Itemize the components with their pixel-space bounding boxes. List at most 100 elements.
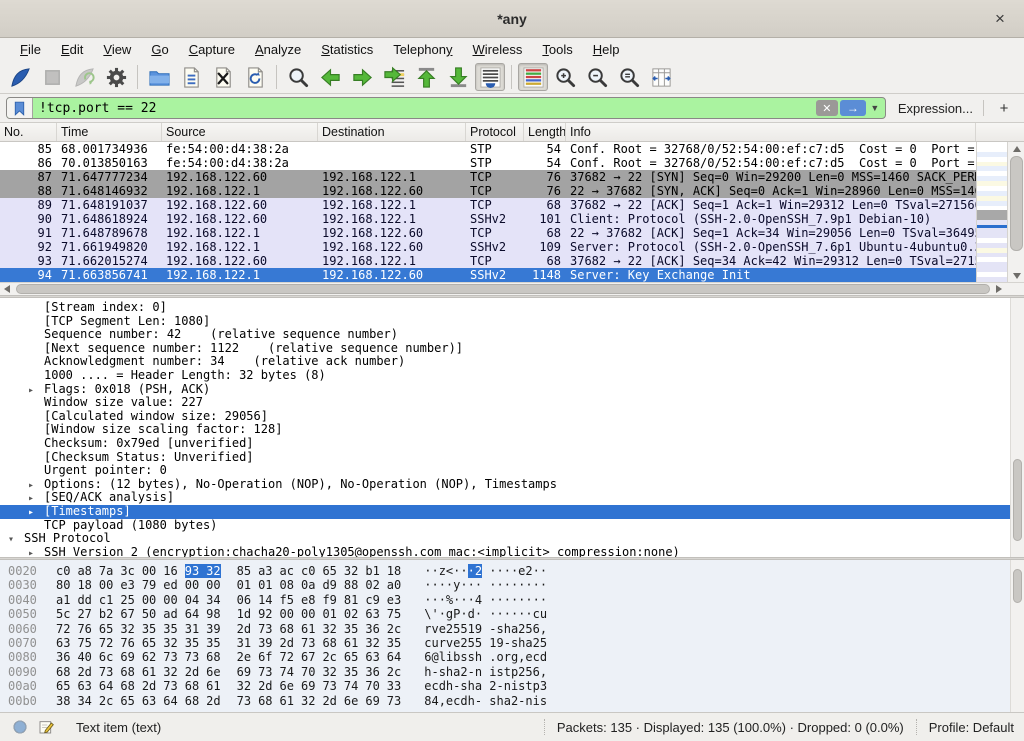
hex-byte[interactable]: 32 xyxy=(206,564,220,578)
hex-byte[interactable]: 04 xyxy=(185,593,206,607)
hex-byte[interactable]: b1 xyxy=(365,564,386,578)
hex-row-00b0[interactable]: 00b038342c656364682d736861322d6e697384,e… xyxy=(0,694,1024,708)
hex-byte[interactable]: 6c xyxy=(99,650,120,664)
hex-byte[interactable]: 2e xyxy=(237,650,258,664)
hex-byte[interactable]: 2d xyxy=(280,636,301,650)
packet-row-94[interactable]: 9471.663856741192.168.122.1192.168.122.6… xyxy=(0,268,976,282)
hex-byte[interactable]: 65 xyxy=(344,650,365,664)
hex-byte[interactable]: 65 xyxy=(99,622,120,636)
hex-byte[interactable]: 32 xyxy=(237,679,258,693)
scroll-up-icon[interactable] xyxy=(1008,142,1024,155)
hex-byte[interactable]: 69 xyxy=(301,679,322,693)
hex-byte[interactable]: 92 xyxy=(258,607,279,621)
hex-byte[interactable]: 72 xyxy=(99,636,120,650)
hex-byte[interactable]: 63 xyxy=(56,636,77,650)
hex-byte[interactable]: b2 xyxy=(99,607,120,621)
hex-byte[interactable]: a8 xyxy=(77,564,98,578)
hex-byte[interactable]: 62 xyxy=(142,650,163,664)
hex-byte[interactable]: 32 xyxy=(322,665,343,679)
detail-line[interactable]: ▾SSH Protocol xyxy=(0,532,1024,546)
hex-byte[interactable]: 74 xyxy=(280,665,301,679)
hex-byte[interactable]: 33 xyxy=(387,679,408,693)
hex-byte[interactable]: 72 xyxy=(280,650,301,664)
hex-byte[interactable]: 76 xyxy=(77,622,98,636)
hex-byte[interactable]: 63 xyxy=(142,694,163,708)
hex-byte[interactable]: 70 xyxy=(365,679,386,693)
menu-analyze[interactable]: Analyze xyxy=(245,40,311,59)
hex-byte[interactable]: 2d xyxy=(258,679,279,693)
hex-byte[interactable]: 50 xyxy=(142,607,163,621)
hex-byte[interactable]: 81 xyxy=(344,593,365,607)
hex-row-0030[interactable]: 0030801800e379ed00000101080ad98802a0····… xyxy=(0,578,1024,592)
hex-byte[interactable]: 73 xyxy=(258,665,279,679)
expression-button[interactable]: Expression... xyxy=(898,101,973,116)
hex-byte[interactable]: dd xyxy=(77,593,98,607)
hex-byte[interactable]: 2c xyxy=(99,694,120,708)
detail-line[interactable]: Checksum: 0x79ed [unverified] xyxy=(0,437,1024,451)
hex-byte[interactable]: 73 xyxy=(163,679,184,693)
packet-row-90[interactable]: 9071.648618924192.168.122.60192.168.122.… xyxy=(0,212,976,226)
packet-row-89[interactable]: 8971.648191037192.168.122.60192.168.122.… xyxy=(0,198,976,212)
open-file-button[interactable] xyxy=(144,63,174,91)
hex-byte[interactable]: 00 xyxy=(99,578,120,592)
detail-line[interactable]: ▸[SEQ/ACK analysis] xyxy=(0,491,1024,505)
hex-byte[interactable]: 32 xyxy=(163,665,184,679)
hex-scroll-thumb[interactable] xyxy=(1013,569,1022,602)
go-to-top-button[interactable] xyxy=(411,63,441,91)
detail-line[interactable]: Urgent pointer: 0 xyxy=(0,464,1024,478)
column-header-time[interactable]: Time xyxy=(57,123,162,141)
hex-byte[interactable]: 61 xyxy=(206,679,227,693)
hex-byte[interactable]: 79 xyxy=(142,578,163,592)
detail-line[interactable]: [Next sequence number: 1122 (relative se… xyxy=(0,342,1024,356)
hex-byte[interactable]: 35 xyxy=(344,622,365,636)
hex-byte[interactable]: 61 xyxy=(344,636,365,650)
hex-byte[interactable]: 68 xyxy=(322,636,343,650)
menu-wireless[interactable]: Wireless xyxy=(463,40,533,59)
hex-byte[interactable]: 67 xyxy=(120,607,141,621)
hex-byte[interactable]: 2d xyxy=(77,665,98,679)
packet-minimap[interactable] xyxy=(976,142,1007,282)
hex-byte[interactable]: 34 xyxy=(77,694,98,708)
menu-tools[interactable]: Tools xyxy=(532,40,582,59)
hex-byte[interactable]: 68 xyxy=(185,694,206,708)
go-to-bottom-button[interactable] xyxy=(443,63,473,91)
hex-byte[interactable]: 85 xyxy=(237,564,258,578)
find-packet-button[interactable] xyxy=(283,63,313,91)
vscroll-thumb[interactable] xyxy=(1010,156,1023,251)
hex-byte[interactable]: 08 xyxy=(280,578,301,592)
hex-byte[interactable]: 36 xyxy=(365,665,386,679)
hex-byte[interactable]: 32 xyxy=(322,622,343,636)
hex-byte[interactable]: 98 xyxy=(206,607,227,621)
hex-byte[interactable]: e8 xyxy=(301,593,322,607)
hex-byte[interactable]: 36 xyxy=(56,650,77,664)
hex-byte[interactable]: 61 xyxy=(301,622,322,636)
hex-byte[interactable]: 02 xyxy=(365,578,386,592)
hex-byte[interactable]: 35 xyxy=(206,636,227,650)
hex-byte[interactable]: 80 xyxy=(56,578,77,592)
hex-row-0070[interactable]: 0070637572766532353531392d7368613235curv… xyxy=(0,636,1024,650)
hex-byte[interactable]: 2d xyxy=(142,679,163,693)
hex-byte[interactable]: c0 xyxy=(56,564,77,578)
hex-byte[interactable]: 64 xyxy=(387,650,408,664)
packet-row-85[interactable]: 8568.001734936fe:54:00:d4:38:2aSTP54Conf… xyxy=(0,142,976,156)
hex-byte[interactable]: 88 xyxy=(344,578,365,592)
expand-right-icon[interactable]: ▸ xyxy=(28,506,44,519)
hex-byte[interactable]: 32 xyxy=(120,622,141,636)
hex-byte[interactable]: 00 xyxy=(142,593,163,607)
hex-byte[interactable]: 3c xyxy=(120,564,141,578)
hex-byte[interactable]: d9 xyxy=(322,578,343,592)
hex-byte[interactable]: ad xyxy=(163,607,184,621)
hex-byte[interactable]: a1 xyxy=(56,593,77,607)
packet-row-93[interactable]: 9371.662015274192.168.122.60192.168.122.… xyxy=(0,254,976,268)
detail-line[interactable]: TCP payload (1080 bytes) xyxy=(0,519,1024,533)
hex-byte[interactable]: 2d xyxy=(237,622,258,636)
start-capture-button[interactable] xyxy=(5,63,35,91)
close-icon[interactable]: × xyxy=(988,7,1012,31)
resize-columns-button[interactable] xyxy=(646,63,676,91)
hex-byte[interactable]: 00 xyxy=(163,593,184,607)
hex-byte[interactable]: f9 xyxy=(322,593,343,607)
scroll-left-icon[interactable] xyxy=(0,283,14,295)
hex-byte[interactable]: 6e xyxy=(280,679,301,693)
hex-byte[interactable]: 31 xyxy=(237,636,258,650)
profile-status[interactable]: Profile: Default xyxy=(929,720,1014,735)
